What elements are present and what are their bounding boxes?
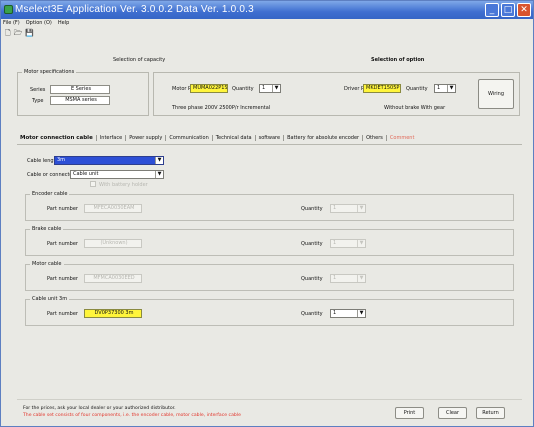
- chevron-down-icon: ▼: [447, 85, 455, 92]
- motor-cable-quantity-value: 1: [333, 275, 337, 281]
- driver-quantity-value: 1: [437, 85, 441, 91]
- chevron-down-icon: ▼: [272, 85, 280, 92]
- motor-quantity-select[interactable]: 1 ▼: [259, 84, 281, 93]
- cable-unit-legend: Cable unit 3m: [30, 296, 70, 302]
- tab-communication[interactable]: Communication: [166, 135, 213, 141]
- driver-quantity-label: Quantity: [406, 86, 428, 92]
- application-window: Mselect3E Application Ver. 3.0.0.2 Data …: [0, 0, 534, 427]
- chevron-down-icon: ▼: [357, 240, 365, 247]
- price-note: For the prices, ask your local dealer or…: [23, 406, 176, 411]
- menu-help[interactable]: Help: [58, 20, 69, 28]
- motor-cable-group: Motor cable Part number MFMCA0030EED Qua…: [25, 261, 514, 291]
- wiring-button[interactable]: Wiring: [478, 79, 514, 109]
- tab-bar: Motor connection cable Interface Power s…: [17, 132, 522, 144]
- encoder-part-label: Part number: [47, 206, 78, 212]
- motor-connection-cable-panel: Cable length 3m ▼ Cable or connector Cab…: [17, 144, 522, 392]
- close-button[interactable]: ✕: [517, 3, 531, 17]
- cable-or-connector-label: Cable or connector: [27, 172, 75, 178]
- chevron-down-icon: ▼: [357, 205, 365, 212]
- save-icon[interactable]: 💾: [25, 29, 34, 37]
- chevron-down-icon: ▼: [155, 171, 163, 178]
- tab-motor-connection-cable[interactable]: Motor connection cable: [17, 135, 97, 141]
- cable-length-value: 3m: [57, 157, 66, 163]
- brake-part-field[interactable]: (Unknown): [84, 239, 142, 248]
- encoder-quantity-select[interactable]: 1 ▼: [330, 204, 366, 213]
- motor-cable-legend: Motor cable: [30, 261, 64, 267]
- print-button[interactable]: Print: [395, 407, 424, 419]
- tab-software[interactable]: software: [256, 135, 285, 141]
- motor-cable-quantity-select[interactable]: 1 ▼: [330, 274, 366, 283]
- return-button[interactable]: Return: [476, 407, 505, 419]
- minimize-button[interactable]: _: [485, 3, 499, 17]
- chevron-down-icon: ▼: [357, 310, 365, 317]
- chevron-down-icon: ▼: [155, 157, 163, 164]
- cable-unit-quantity-label: Quantity: [301, 311, 323, 317]
- cable-unit-part-field[interactable]: DV0P37300 3m: [84, 309, 142, 318]
- cable-unit-group: Cable unit 3m Part number DV0P37300 3m Q…: [25, 296, 514, 326]
- encoder-quantity-label: Quantity: [301, 206, 323, 212]
- brake-quantity-select[interactable]: 1 ▼: [330, 239, 366, 248]
- motor-pn-field[interactable]: MUMA022P1S4: [190, 84, 228, 93]
- cable-set-note: The cable set consists of four component…: [23, 413, 241, 418]
- encoder-quantity-value: 1: [333, 205, 337, 211]
- encoder-cable-legend: Encoder cable: [30, 191, 70, 197]
- menu-option[interactable]: Option (O): [26, 20, 52, 28]
- tab-others[interactable]: Others: [363, 135, 387, 141]
- driver-description: Without brake With gear: [384, 105, 446, 111]
- brake-part-label: Part number: [47, 241, 78, 247]
- title-bar[interactable]: Mselect3E Application Ver. 3.0.0.2 Data …: [1, 1, 533, 19]
- encoder-part-field[interactable]: MFECA0030EAM: [84, 204, 142, 213]
- open-folder-icon[interactable]: 🗁: [14, 29, 23, 37]
- motor-description: Three phase 200V 2500P/r Incremental: [172, 105, 271, 111]
- tab-power-supply[interactable]: Power supply: [126, 135, 167, 141]
- window-title: Mselect3E Application Ver. 3.0.0.2 Data …: [15, 4, 254, 15]
- driver-pn-field[interactable]: MKDET1505P: [363, 84, 401, 93]
- new-file-icon[interactable]: 🗋: [5, 29, 11, 37]
- tab-battery[interactable]: Battery for absolute encoder: [284, 135, 364, 141]
- series-field[interactable]: E Series: [50, 85, 110, 94]
- capacity-header: Selection of capacity: [113, 57, 166, 63]
- tab-interface[interactable]: Interface: [97, 135, 127, 141]
- motor-specifications-legend: Motor specifications: [22, 69, 77, 75]
- maximize-button[interactable]: □: [501, 3, 515, 17]
- clear-button[interactable]: Clear: [438, 407, 467, 419]
- app-icon: [4, 5, 13, 14]
- type-field[interactable]: MSMA series: [50, 96, 110, 105]
- cable-unit-part-label: Part number: [47, 311, 78, 317]
- motor-specifications-group: Motor specifications Series E Series Typ…: [17, 69, 149, 116]
- type-label: Type: [32, 98, 44, 104]
- series-label: Series: [30, 87, 46, 93]
- motor-quantity-value: 1: [262, 85, 266, 91]
- cable-unit-quantity-select[interactable]: 1 ▼: [330, 309, 366, 318]
- brake-quantity-label: Quantity: [301, 241, 323, 247]
- battery-holder-label: With battery holder: [99, 182, 148, 188]
- chevron-down-icon: ▼: [357, 275, 365, 282]
- cable-or-connector-select[interactable]: Cable unit ▼: [70, 170, 164, 179]
- brake-quantity-value: 1: [333, 240, 337, 246]
- driver-quantity-select[interactable]: 1 ▼: [434, 84, 456, 93]
- menu-bar: File (F) Option (O) Help: [3, 20, 69, 28]
- tab-comment[interactable]: Comment: [387, 135, 418, 141]
- motor-quantity-label: Quantity: [232, 86, 254, 92]
- option-selection-group: Motor P/N MUMA022P1S4 Quantity 1 ▼ Drive…: [153, 72, 520, 116]
- motor-cable-part-label: Part number: [47, 276, 78, 282]
- menu-file[interactable]: File (F): [3, 20, 20, 28]
- brake-cable-group: Brake cable Part number (Unknown) Quanti…: [25, 226, 514, 256]
- motor-cable-quantity-label: Quantity: [301, 276, 323, 282]
- cable-or-connector-value: Cable unit: [73, 171, 99, 177]
- battery-holder-checkbox[interactable]: [90, 181, 96, 187]
- option-header: Selection of option: [371, 57, 425, 63]
- encoder-cable-group: Encoder cable Part number MFECA0030EAM Q…: [25, 191, 514, 221]
- cable-length-select[interactable]: 3m ▼: [54, 156, 164, 165]
- toolbar: 🗋 🗁 💾: [5, 29, 34, 37]
- footer: For the prices, ask your local dealer or…: [17, 399, 522, 425]
- cable-unit-quantity-value: 1: [333, 310, 337, 316]
- tab-technical-data[interactable]: Technical data: [213, 135, 256, 141]
- motor-cable-part-field[interactable]: MFMCA0030EED: [84, 274, 142, 283]
- brake-cable-legend: Brake cable: [30, 226, 64, 232]
